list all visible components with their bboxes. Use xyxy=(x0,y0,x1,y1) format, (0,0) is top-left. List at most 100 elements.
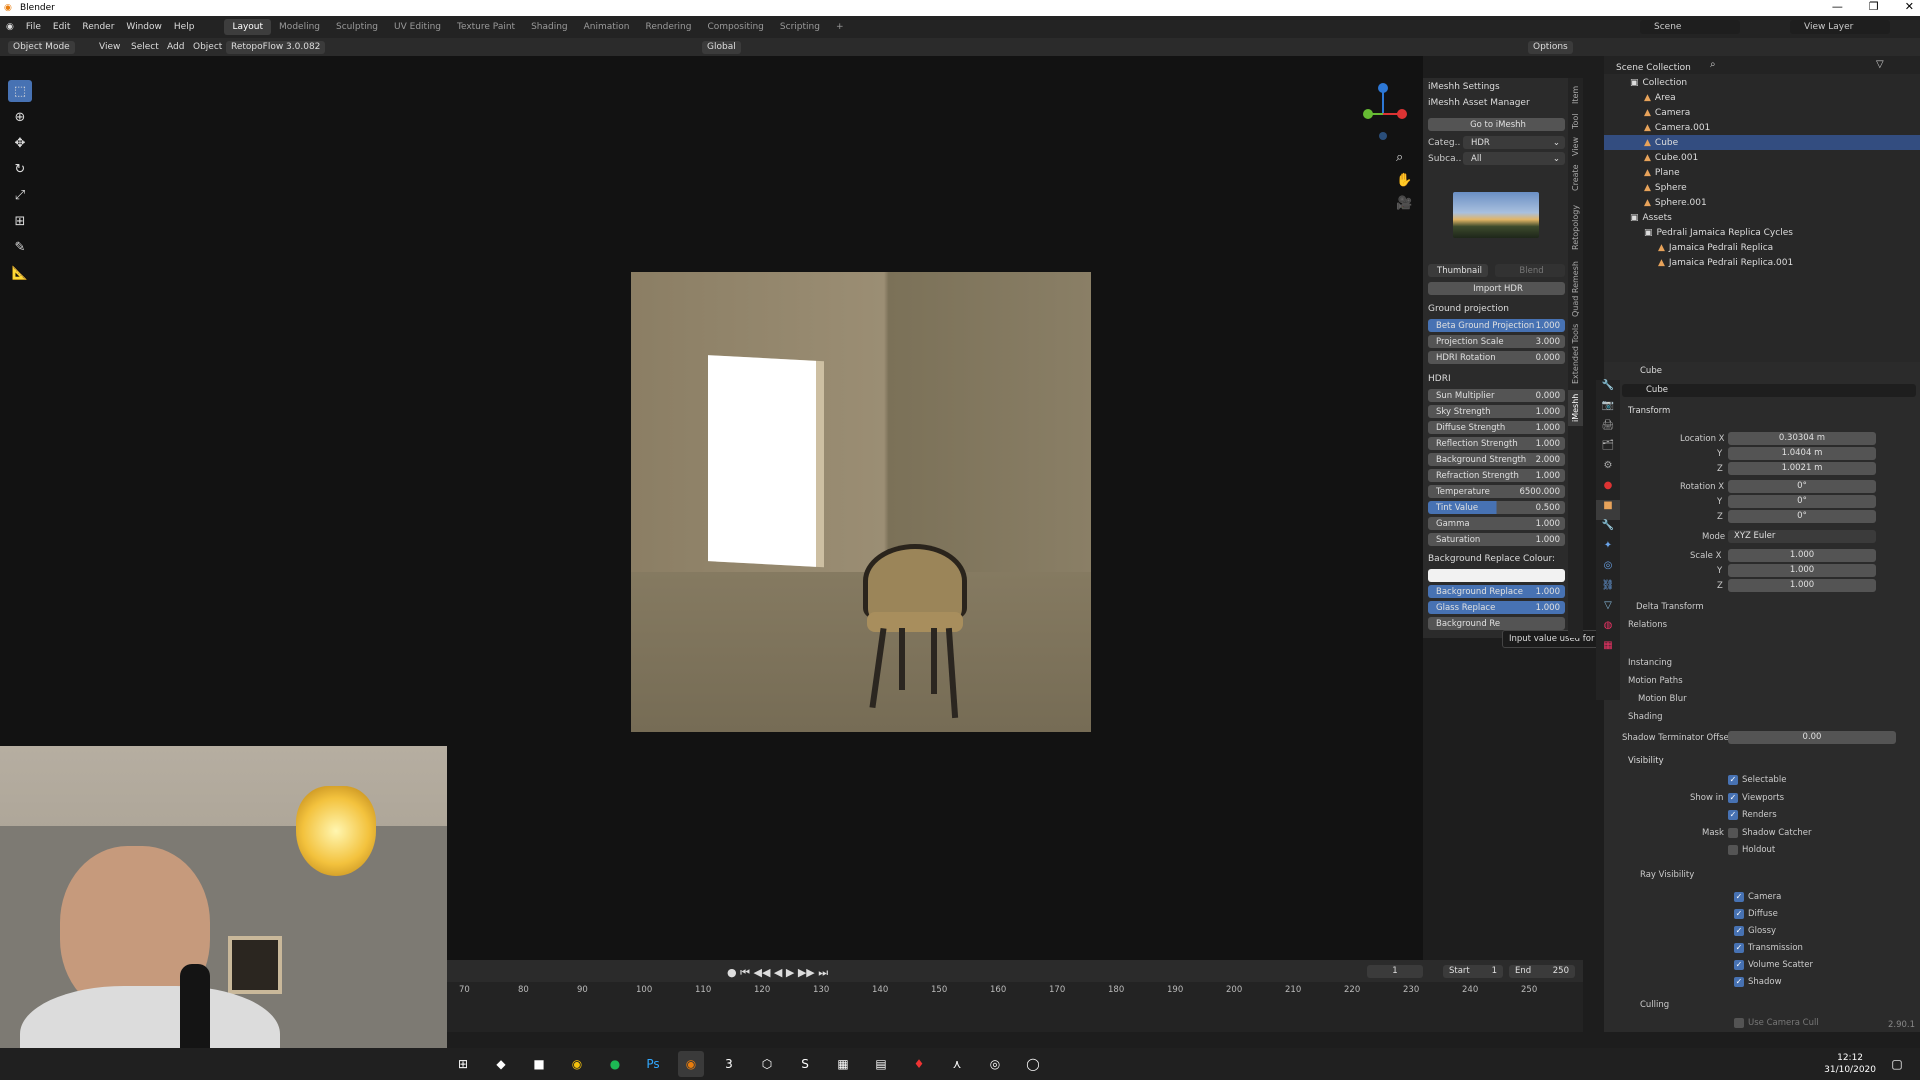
ray-volume-checkbox[interactable]: ✓ xyxy=(1734,960,1744,970)
outliner-row-jamaica-replica-001[interactable]: ▲ Jamaica Pedrali Replica.001 xyxy=(1604,255,1920,270)
add-workspace-icon[interactable]: + xyxy=(828,19,852,35)
menu-file[interactable]: File xyxy=(20,22,47,32)
move-tool-icon[interactable]: ✥ xyxy=(8,132,32,154)
refraction-strength-field[interactable]: Refraction Strength 1.000 xyxy=(1428,469,1565,482)
rotation-mode-dropdown[interactable]: XYZ Euler xyxy=(1728,530,1876,543)
tab-modeling[interactable]: Modeling xyxy=(271,19,328,35)
outliner-row-assets[interactable]: ▣ Assets xyxy=(1604,210,1920,225)
delta-transform-header[interactable]: Delta Transform xyxy=(1636,602,1704,612)
minimize-icon[interactable]: — xyxy=(1832,0,1843,13)
retopoflow-menu[interactable]: RetopoFlow 3.0.082 xyxy=(226,41,326,54)
camera-view-icon[interactable]: 🎥 xyxy=(1396,192,1416,215)
tool-tab-icon[interactable]: 🔧 xyxy=(1596,380,1620,400)
ray-glossy-checkbox[interactable]: ✓ xyxy=(1734,926,1744,936)
view-layer-tab-icon[interactable]: 🗂 xyxy=(1596,440,1620,460)
object-name-field[interactable]: Cube xyxy=(1622,384,1916,397)
rotation-y-field[interactable]: 0° xyxy=(1728,495,1876,508)
app-icon[interactable]: ▦ xyxy=(830,1051,856,1077)
renders-checkbox[interactable]: ✓ xyxy=(1728,810,1738,820)
visibility-header[interactable]: Visibility xyxy=(1628,756,1664,766)
view-layer-selector[interactable]: View Layer xyxy=(1790,20,1890,34)
blend-button[interactable]: Blend xyxy=(1495,264,1565,277)
ray-transmission-checkbox[interactable]: ✓ xyxy=(1734,943,1744,953)
current-frame-field[interactable]: 1 xyxy=(1367,965,1423,978)
background-re-field[interactable]: Background Re xyxy=(1428,617,1565,630)
photoshop-icon[interactable]: Ps xyxy=(640,1051,666,1077)
cursor-tool-icon[interactable]: ⊕ xyxy=(8,106,32,128)
glass-replace-field[interactable]: Glass Replace 1.000 xyxy=(1428,601,1565,614)
scale-y-field[interactable]: 1.000 xyxy=(1728,564,1876,577)
tab-rendering[interactable]: Rendering xyxy=(638,19,700,35)
end-frame-field[interactable]: End 250 xyxy=(1509,965,1575,978)
tab-view[interactable]: View xyxy=(1568,136,1583,158)
modifier-tab-icon[interactable]: 🔧 xyxy=(1596,520,1620,540)
tab-tool[interactable]: Tool xyxy=(1568,110,1583,132)
object-mode-dropdown[interactable]: Object Mode xyxy=(8,41,75,54)
hdr-thumbnail[interactable] xyxy=(1453,192,1539,238)
tab-extended-tools[interactable]: Extended Tools xyxy=(1568,322,1583,386)
menu-window[interactable]: Window xyxy=(120,22,168,32)
import-hdr-button[interactable]: Import HDR xyxy=(1428,282,1565,295)
menu-help[interactable]: Help xyxy=(168,22,201,32)
tab-animation[interactable]: Animation xyxy=(576,19,638,35)
select-tool-icon[interactable]: ⬚ xyxy=(8,80,32,102)
outliner-row-collection[interactable]: ▣ Collection xyxy=(1604,75,1920,90)
outliner-row-sphere[interactable]: ▲ Sphere xyxy=(1604,180,1920,195)
motion-blur-header[interactable]: Motion Blur xyxy=(1638,694,1687,704)
texture-tab-icon[interactable]: ▦ xyxy=(1596,640,1620,660)
app-icon[interactable]: S xyxy=(792,1051,818,1077)
ray-camera-checkbox[interactable]: ✓ xyxy=(1734,892,1744,902)
scene-tab-icon[interactable]: ⚙ xyxy=(1596,460,1620,480)
tab-item[interactable]: Item xyxy=(1568,84,1583,106)
sun-multiplier-field[interactable]: Sun Multiplier 0.000 xyxy=(1428,389,1565,402)
selectable-checkbox[interactable]: ✓ xyxy=(1728,775,1738,785)
tab-imeshh[interactable]: iMeshh xyxy=(1568,390,1583,426)
scale-tool-icon[interactable]: ⤢ xyxy=(8,184,32,206)
imeshh-settings-header[interactable]: iMeshh Settings xyxy=(1428,82,1500,92)
tab-texture-paint[interactable]: Texture Paint xyxy=(449,19,523,35)
app-icon[interactable]: ⋏ xyxy=(944,1051,970,1077)
culling-header[interactable]: Culling xyxy=(1640,1000,1669,1010)
app-icon[interactable]: ▤ xyxy=(868,1051,894,1077)
menu-edit[interactable]: Edit xyxy=(47,22,76,32)
spotify-icon[interactable]: ● xyxy=(602,1051,628,1077)
shadow-catcher-checkbox[interactable] xyxy=(1728,828,1738,838)
world-tab-icon[interactable]: ● xyxy=(1596,480,1620,500)
rotation-x-field[interactable]: 0° xyxy=(1728,480,1876,493)
transform-header[interactable]: Transform xyxy=(1628,406,1670,416)
orientation-dropdown[interactable]: Global xyxy=(702,41,741,54)
outliner-row-camera-001[interactable]: ▲ Camera.001 xyxy=(1604,120,1920,135)
gamma-field[interactable]: Gamma 1.000 xyxy=(1428,517,1565,530)
beta-ground-projection-field[interactable]: Beta Ground Projection 1.000 xyxy=(1428,319,1565,332)
output-tab-icon[interactable]: 🖨 xyxy=(1596,420,1620,440)
annotate-tool-icon[interactable]: ✎ xyxy=(8,236,32,258)
outliner-row-camera[interactable]: ▲ Camera xyxy=(1604,105,1920,120)
system-clock[interactable]: 12:12 31/10/2020 xyxy=(1824,1052,1876,1076)
zoom-icon[interactable]: ⌕ xyxy=(1396,146,1416,169)
asset-manager-header[interactable]: iMeshh Asset Manager xyxy=(1428,98,1530,108)
scene-selector[interactable]: Scene xyxy=(1640,20,1740,34)
start-frame-field[interactable]: Start 1 xyxy=(1443,965,1503,978)
rotation-z-field[interactable]: 0° xyxy=(1728,510,1876,523)
tab-create[interactable]: Create xyxy=(1568,162,1583,194)
hdri-rotation-field[interactable]: HDRI Rotation 0.000 xyxy=(1428,351,1565,364)
transform-tool-icon[interactable]: ⊞ xyxy=(8,210,32,232)
tab-shading[interactable]: Shading xyxy=(523,19,576,35)
holdout-checkbox[interactable] xyxy=(1728,845,1738,855)
constraints-tab-icon[interactable]: ⛓ xyxy=(1596,580,1620,600)
outliner-row-plane[interactable]: ▲ Plane xyxy=(1604,165,1920,180)
data-tab-icon[interactable]: ▽ xyxy=(1596,600,1620,620)
select-menu[interactable]: Select xyxy=(126,41,164,54)
tab-uv-editing[interactable]: UV Editing xyxy=(386,19,449,35)
app-icon[interactable]: 3 xyxy=(716,1051,742,1077)
options-dropdown[interactable]: Options xyxy=(1528,41,1573,54)
blender-menu-icon[interactable]: ◉ xyxy=(0,22,20,32)
tab-layout[interactable]: Layout xyxy=(224,19,272,35)
menu-render[interactable]: Render xyxy=(76,22,120,32)
tab-quad-remesh[interactable]: Quad Remesh xyxy=(1568,260,1583,318)
motion-paths-header[interactable]: Motion Paths xyxy=(1628,676,1683,686)
notification-icon[interactable]: ▢ xyxy=(1884,1051,1910,1077)
instancing-header[interactable]: Instancing xyxy=(1628,658,1672,668)
outliner-row-sphere-001[interactable]: ▲ Sphere.001 xyxy=(1604,195,1920,210)
render-tab-icon[interactable]: 📷 xyxy=(1596,400,1620,420)
